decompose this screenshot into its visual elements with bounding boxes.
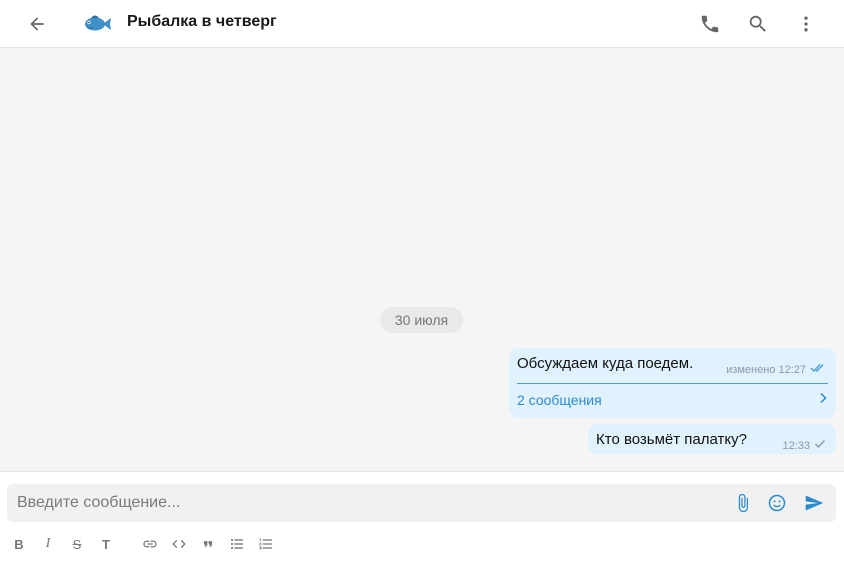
double-check-icon <box>810 363 826 376</box>
message-meta: изменено 12:27 <box>726 363 826 376</box>
back-arrow-icon[interactable] <box>22 10 52 38</box>
paperclip-icon[interactable] <box>732 492 754 514</box>
strikethrough-format-button[interactable]: S <box>68 535 86 553</box>
message-text: Кто возьмёт палатку? <box>596 431 747 448</box>
message-time: 12:33 <box>782 439 810 452</box>
message-text: Обсуждаем куда поедем. <box>517 355 694 372</box>
italic-format-button[interactable]: I <box>39 535 57 553</box>
bold-format-button[interactable]: B <box>10 535 28 553</box>
thread-count: 2 сообщения <box>517 392 602 408</box>
message-composer: B I S T <box>0 471 844 564</box>
single-check-icon <box>814 439 826 452</box>
date-separator: 30 июля <box>380 307 463 333</box>
more-vertical-icon[interactable] <box>794 10 818 38</box>
code-icon[interactable] <box>170 535 188 553</box>
search-icon[interactable] <box>744 10 772 38</box>
chat-header: Рыбалка в четверг <box>0 0 844 48</box>
message-bubble[interactable]: Обсуждаем куда поедем. изменено 12:27 2 … <box>509 348 836 418</box>
message-time: изменено 12:27 <box>726 363 806 376</box>
phone-icon[interactable] <box>696 10 724 38</box>
fish-icon <box>82 10 112 36</box>
message-timeline[interactable]: 30 июля Обсуждаем куда поедем. изменено … <box>0 48 844 471</box>
message-meta: 12:33 <box>782 439 826 452</box>
heading-format-button[interactable]: T <box>97 535 115 553</box>
bulleted-list-icon[interactable] <box>228 535 246 553</box>
chat-title: Рыбалка в четверг <box>127 13 277 30</box>
message-bubble[interactable]: Кто возьмёт палатку? 12:33 <box>588 424 836 454</box>
emoji-icon[interactable] <box>766 492 788 514</box>
quote-icon[interactable] <box>199 535 217 553</box>
link-icon[interactable] <box>141 535 159 553</box>
send-icon[interactable] <box>803 492 825 514</box>
message-input[interactable] <box>7 484 722 522</box>
numbered-list-icon[interactable] <box>257 535 275 553</box>
message-input-container <box>7 484 836 522</box>
thread-divider <box>517 383 828 384</box>
thread-link[interactable]: 2 сообщения <box>517 386 828 414</box>
chevron-right-icon <box>818 391 828 409</box>
